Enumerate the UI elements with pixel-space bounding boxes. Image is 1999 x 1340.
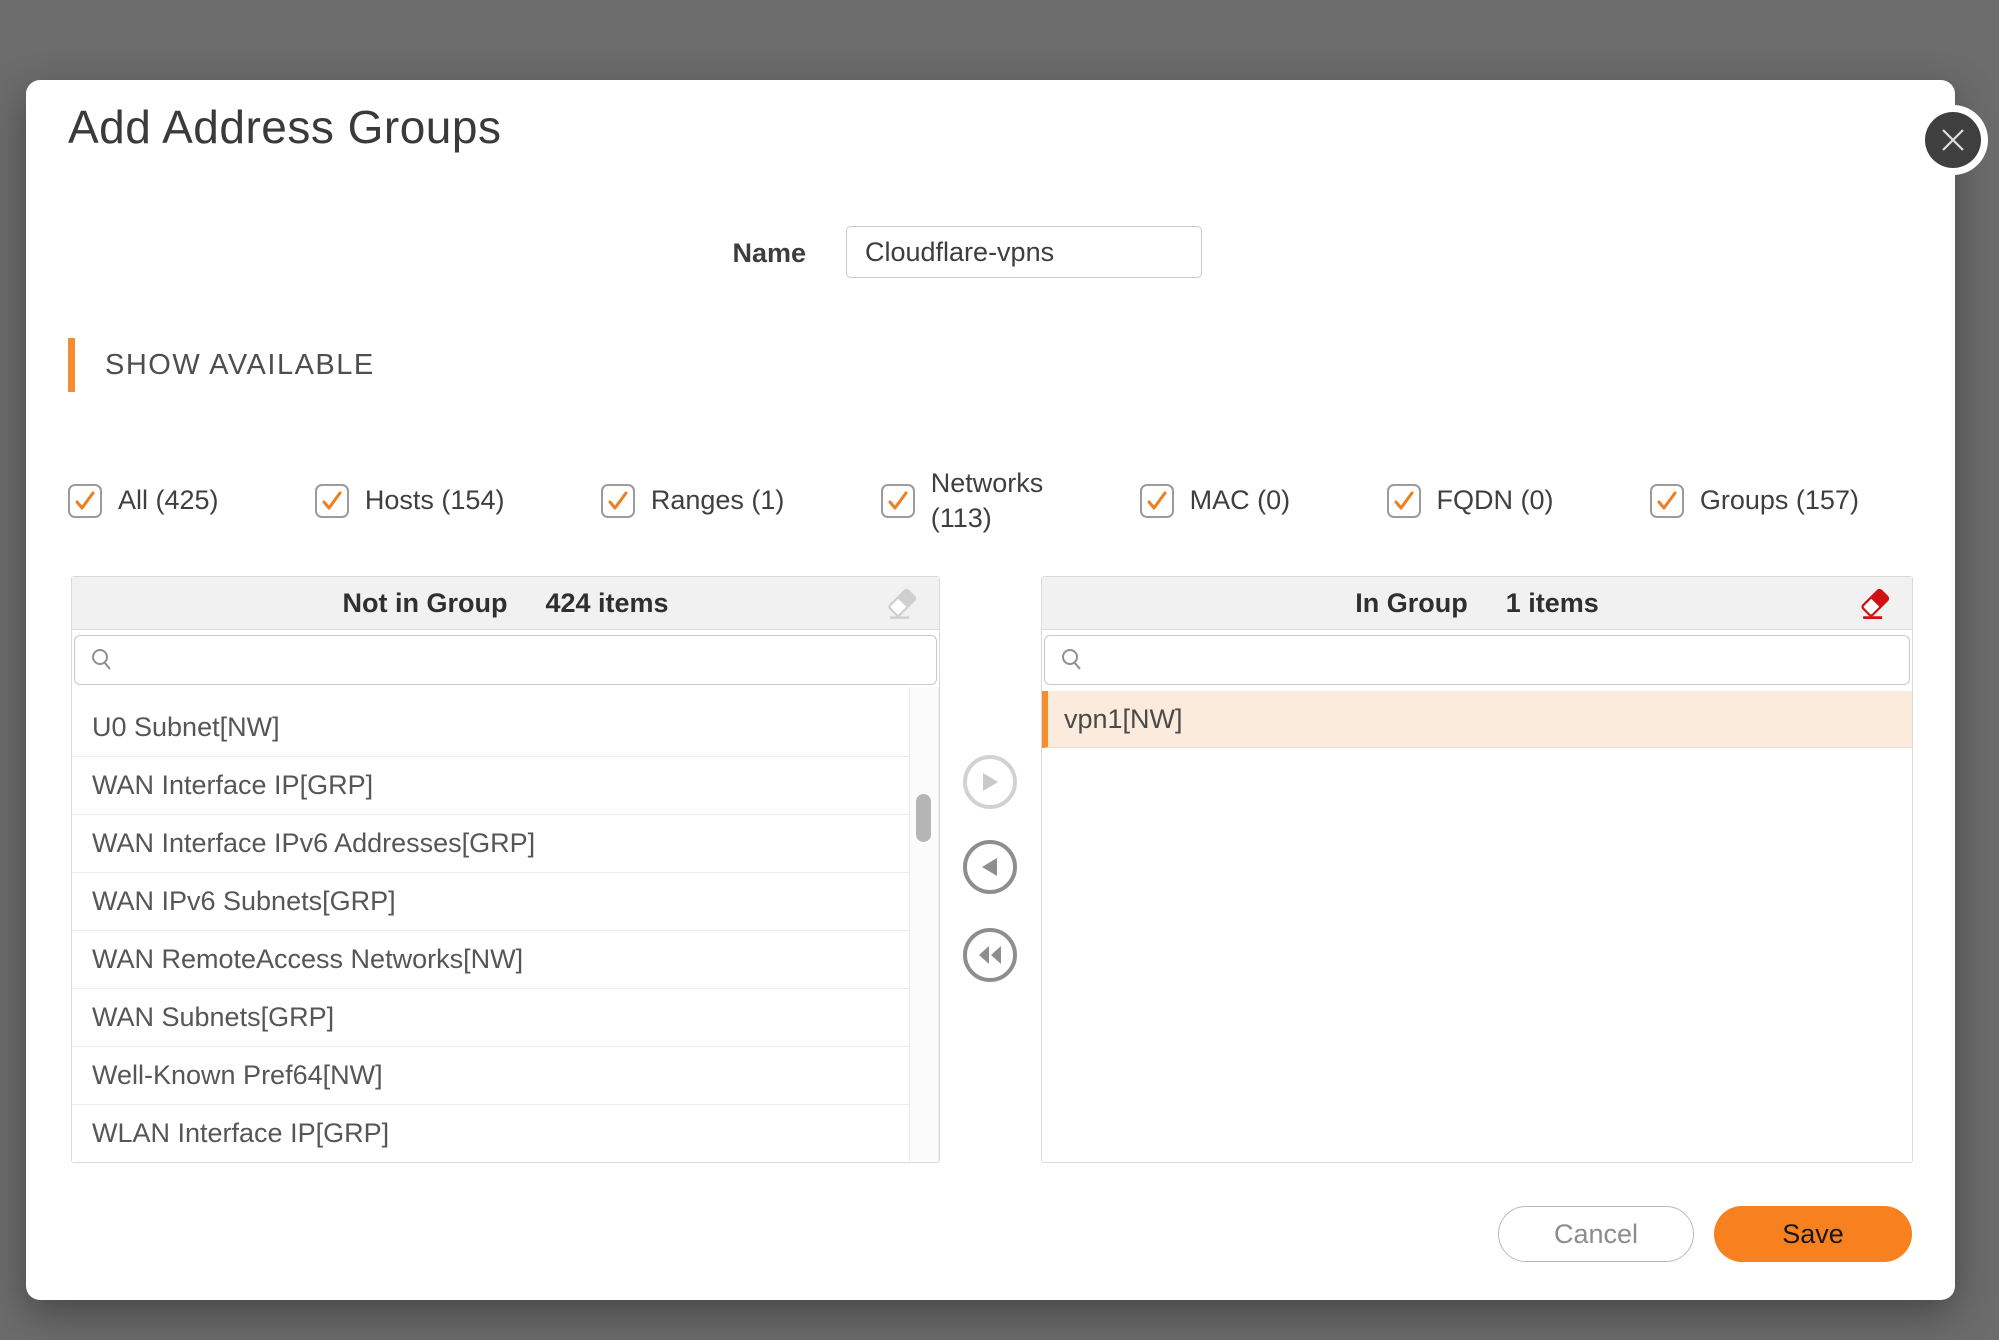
checkbox-icon[interactable] [1140,484,1174,518]
filter-label: FQDN (0) [1437,483,1554,518]
not-in-group-panel: Not in Group 424 items U [71,576,940,1163]
list-item[interactable]: WAN RemoteAccess Networks[NW] [72,931,911,989]
arrow-left-icon [980,856,1000,878]
add-address-groups-dialog: Add Address Groups Name SHOW AVAILABLE A… [26,80,1955,1300]
filter-checkbox-item[interactable]: Groups (157) [1650,483,1859,518]
filter-checkbox-item[interactable]: MAC (0) [1140,483,1291,518]
list-item[interactable]: WLAN Interface IP[GRP] [72,1105,911,1162]
move-left-button[interactable] [963,840,1017,894]
checkbox-icon[interactable] [881,484,915,518]
selected-list-item[interactable]: vpn1[NW] [1042,691,1912,748]
checkbox-icon[interactable] [1650,484,1684,518]
panel-item-count: 424 items [545,588,668,619]
name-input[interactable] [846,226,1202,278]
checkbox-icon[interactable] [315,484,349,518]
show-available-header: SHOW AVAILABLE [68,338,375,392]
move-right-button[interactable] [963,755,1017,809]
not-in-group-list: U0 Subnet[NW] WAN Interface IP[GRP] WAN … [72,687,911,1162]
list-item[interactable]: WAN Interface IP[GRP] [72,757,911,815]
checkmark-icon [886,489,910,513]
list-item[interactable]: WAN IPv6 Subnets[GRP] [72,873,911,931]
checkbox-icon[interactable] [1387,484,1421,518]
filter-checkbox-item[interactable]: All (425) [68,483,219,518]
checkmark-icon [1392,489,1416,513]
filter-checkbox-item[interactable]: Ranges (1) [601,483,785,518]
close-button[interactable] [1925,112,1981,168]
scrollbar-track[interactable] [909,687,939,1161]
checkmark-icon [606,489,630,513]
checkmark-icon [73,489,97,513]
list-item[interactable]: U0 Subnet[NW] [72,699,911,757]
clear-group-button[interactable] [1856,585,1894,623]
search-icon [89,647,115,673]
arrow-right-icon [980,771,1000,793]
name-label: Name [732,238,806,269]
not-in-group-header: Not in Group 424 items [72,577,939,630]
search-input[interactable] [1085,636,1909,684]
panel-item-count: 1 items [1506,588,1599,619]
checkmark-icon [1145,489,1169,513]
filter-label: MAC (0) [1190,483,1291,518]
scrollbar-thumb[interactable] [916,794,931,842]
checkbox-icon[interactable] [601,484,635,518]
eraser-icon [883,585,921,623]
in-group-list: vpn1[NW] [1042,687,1912,1162]
filter-label: Hosts (154) [365,483,505,518]
filter-checkbox-item[interactable]: Networks (113) [881,466,1044,536]
checkmark-icon [1655,489,1679,513]
filter-label: All (425) [118,483,219,518]
list-item[interactable]: WAN Interface IPv6 Addresses[GRP] [72,815,911,873]
filter-checkbox-item[interactable]: Hosts (154) [315,483,505,518]
search-icon [1059,647,1085,673]
filter-checkbox-item[interactable]: FQDN (0) [1387,483,1554,518]
checkbox-icon[interactable] [68,484,102,518]
save-button[interactable]: Save [1714,1206,1912,1262]
list-item[interactable]: Well-Known Pref64[NW] [72,1047,911,1105]
panel-title: Not in Group [342,588,507,619]
filter-label: Ranges (1) [651,483,785,518]
move-all-left-button[interactable] [963,928,1017,982]
search-input[interactable] [115,636,936,684]
checkmark-icon [320,489,344,513]
filter-label: Groups (157) [1700,483,1859,518]
close-icon [1939,126,1967,154]
clear-selection-button[interactable] [883,585,921,623]
show-available-label: SHOW AVAILABLE [105,349,375,382]
in-group-search [1044,635,1910,685]
not-in-group-search [74,635,937,685]
filter-label: Networks (113) [931,466,1044,536]
double-arrow-left-icon [977,945,1003,965]
eraser-red-icon [1856,585,1894,623]
filter-row: All (425) Hosts (154) Ranges (1) [68,463,1859,539]
page-title: Add Address Groups [68,100,501,154]
cancel-button[interactable]: Cancel [1498,1206,1694,1262]
in-group-header: In Group 1 items [1042,577,1912,630]
panel-title: In Group [1355,588,1467,619]
list-item[interactable]: WAN Subnets[GRP] [72,989,911,1047]
in-group-panel: In Group 1 items vpn1[NW [1041,576,1913,1163]
